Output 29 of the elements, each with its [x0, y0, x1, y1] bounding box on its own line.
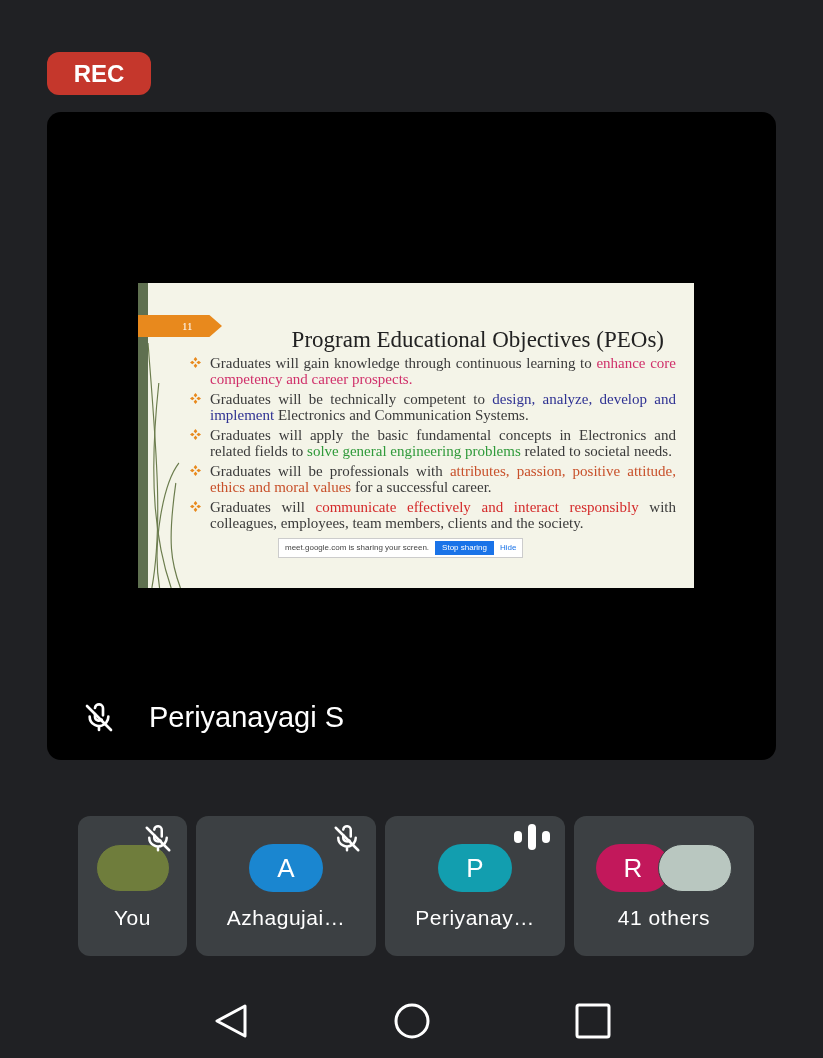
- bullet-icon: [190, 429, 201, 440]
- hide-button[interactable]: Hide: [500, 542, 517, 554]
- participant-name: Periyanay…: [415, 905, 535, 931]
- bullet-icon: [190, 501, 201, 512]
- recording-badge: REC: [47, 52, 151, 95]
- participant-tile[interactable]: P Periyanay…: [385, 816, 565, 956]
- avatar: A: [249, 844, 323, 892]
- stop-sharing-button[interactable]: Stop sharing: [435, 541, 494, 555]
- bullet-text: Graduates will be professionals with attributes, passion, positive attitude, ethics and moral values for a successful career.: [210, 463, 676, 495]
- bullet-icon: [190, 393, 201, 404]
- participant-name: Azhagujai…: [226, 905, 346, 931]
- slide-title: Program Educational Objectives (PEOs): [291, 327, 664, 353]
- bullet-text: Graduates will communicate effectively and interact responsibly with colleagues, employees, team members, clients and the society.: [210, 499, 676, 531]
- slide-number-tag: 11: [138, 315, 222, 337]
- speaker-name: Periyanayagi S: [149, 700, 345, 736]
- bullet-text: Graduates will be technically competent to design, analyze, develop and implement Electronics and Communication Systems.: [210, 391, 676, 423]
- participant-name: 41 others: [617, 905, 711, 931]
- participant-tile[interactable]: A Azhagujai…: [196, 816, 376, 956]
- recents-icon[interactable]: [573, 1002, 612, 1040]
- share-message: meet.google.com is sharing your screen.: [285, 542, 430, 554]
- participant-tile[interactable]: You: [78, 816, 187, 956]
- bullet-icon: [190, 465, 201, 476]
- avatar: P: [438, 844, 512, 892]
- bullet-text: Graduates will gain knowledge through continuous learning to enhance core competency and career prospects.: [210, 355, 676, 387]
- participant-name: You: [114, 905, 151, 931]
- home-icon[interactable]: [392, 1002, 431, 1040]
- bullet-icon: [190, 357, 201, 368]
- bullet-text: Graduates will apply the basic fundamental concepts in Electronics and related fields to solve general engineering problems related to societal needs.: [210, 427, 676, 459]
- participant-tile[interactable]: R 41 others: [574, 816, 754, 956]
